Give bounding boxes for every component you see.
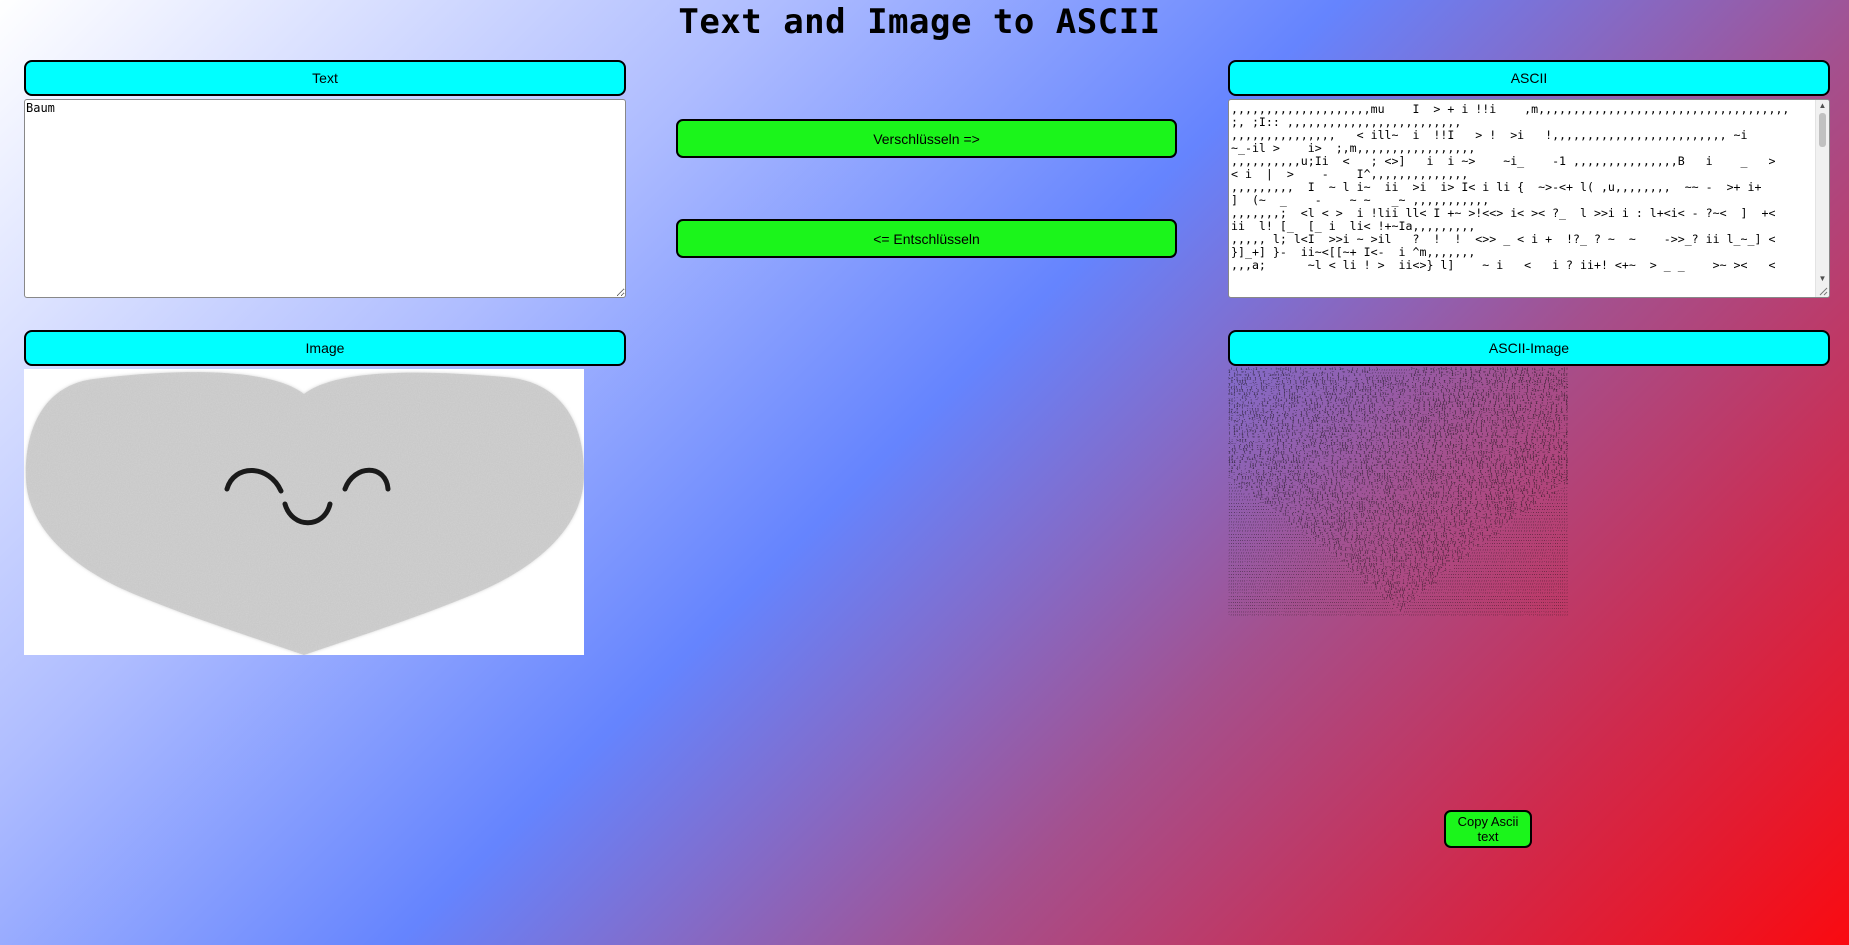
- decrypt-label: <= Entschlüsseln: [873, 230, 980, 247]
- image-header-button[interactable]: Image: [24, 330, 626, 366]
- copy-ascii-label: Copy Ascii text: [1457, 814, 1519, 844]
- ascii-header-label: ASCII: [1510, 70, 1548, 86]
- encrypt-button[interactable]: Verschlüsseln =>: [676, 119, 1177, 158]
- text-header-label: Text: [312, 70, 338, 86]
- svg-text:.,,,,,,,,,.,,.,.,.,,,,,.,.,,,,: .,,,,,,,,,.,,.,.,.,,,,,.,.,,,,,,,.,,,,..…: [1228, 612, 1568, 616]
- page-title: Text and Image to ASCII: [678, 2, 1161, 42]
- text-input[interactable]: [24, 99, 626, 298]
- image-header-label: Image: [305, 340, 345, 356]
- text-header-button[interactable]: Text: [24, 60, 626, 96]
- ascii-heart-rendering: -!_{ i +l-:I ~ ~ : !<[>I{! [ !,~ ~~ ~! i…: [1228, 367, 1569, 616]
- copy-ascii-button[interactable]: Copy Ascii text: [1444, 810, 1532, 848]
- encrypt-label: Verschlüsseln =>: [873, 130, 980, 147]
- ascii-header-button[interactable]: ASCII: [1228, 60, 1830, 96]
- ascii-output-text: ,,,,,,,,,,,,,,,,,,,,mu I > + i !!i ,m,,,…: [1231, 103, 1790, 272]
- heart-face-image: [24, 369, 584, 655]
- ascii-image-header-label: ASCII-Image: [1488, 340, 1570, 356]
- ascii-scrollbar[interactable]: ▲ ▼: [1815, 100, 1829, 297]
- decrypt-button[interactable]: <= Entschlüsseln: [676, 219, 1177, 258]
- scroll-down-arrow-icon[interactable]: ▼: [1818, 275, 1827, 283]
- ascii-image-header-button[interactable]: ASCII-Image: [1228, 330, 1830, 366]
- uploaded-image: [24, 369, 584, 655]
- scroll-thumb[interactable]: [1819, 113, 1826, 147]
- ascii-output-area[interactable]: ,,,,,,,,,,,,,,,,,,,,mu I > + i !!i ,m,,,…: [1228, 99, 1830, 298]
- scroll-up-arrow-icon[interactable]: ▲: [1818, 102, 1827, 110]
- ascii-image-output: -!_{ i +l-:I ~ ~ : !<[>I{! [ !,~ ~~ ~! i…: [1228, 367, 1570, 618]
- resize-grip-icon[interactable]: [1818, 286, 1828, 296]
